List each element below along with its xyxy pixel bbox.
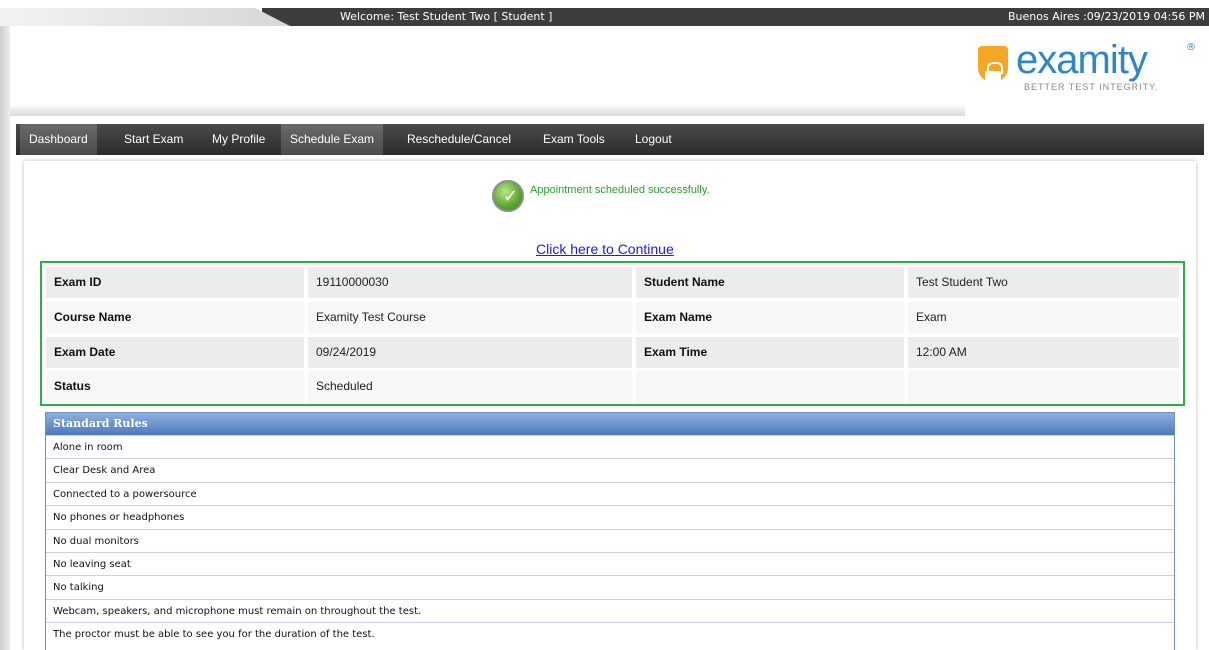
nav-exam-tools[interactable]: Exam Tools <box>534 124 614 155</box>
list-item: Webcam, speakers, and microphone must re… <box>46 598 1174 622</box>
list-item: No phones or headphones <box>46 505 1174 528</box>
list-item: No leaving seat <box>46 551 1174 575</box>
exam-time-value: 12:00 AM <box>908 337 1179 368</box>
nav-start-exam[interactable]: Start Exam <box>115 124 192 155</box>
welcome-text: Welcome: Test Student Two [ Student ] <box>340 10 553 23</box>
logo-wordmark: examity <box>1016 38 1148 82</box>
standard-rules-table: Standard Rules Alone in room Clear Desk … <box>45 412 1175 650</box>
exam-id-label: Exam ID <box>46 267 304 298</box>
location-datetime: Buenos Aires :09/23/2019 04:56 PM <box>1008 10 1205 23</box>
list-item: The proctor must be able to see you for … <box>46 622 1174 645</box>
nav-my-profile[interactable]: My Profile <box>203 124 274 155</box>
status-label: Status <box>46 371 304 402</box>
checkmark-icon: ✓ <box>492 180 524 212</box>
details-row: Exam Date 09/24/2019 Exam Time 12:00 AM <box>46 337 1179 368</box>
exam-details-table: Exam ID 19110000030 Student Name Test St… <box>40 261 1185 406</box>
exam-id-value: 19110000030 <box>308 267 632 298</box>
details-row: Status Scheduled <box>46 371 1179 402</box>
exam-date-label: Exam Date <box>46 337 304 368</box>
exam-date-value: 09/24/2019 <box>308 337 632 368</box>
left-rail <box>0 26 10 650</box>
status-value: Scheduled <box>308 371 632 402</box>
course-name-value: Examity Test Course <box>308 302 632 333</box>
course-name-label: Course Name <box>46 302 304 333</box>
list-item: No dual monitors <box>46 528 1174 552</box>
student-name-label: Student Name <box>636 267 904 298</box>
list-item: Alone in room <box>46 435 1174 458</box>
exam-name-label: Exam Name <box>636 302 904 333</box>
student-name-value: Test Student Two <box>908 267 1179 298</box>
continue-link[interactable]: Click here to Continue <box>536 241 674 257</box>
examity-logo: examity ® BETTER TEST INTEGRITY. <box>978 38 1204 98</box>
header-shadow <box>10 104 965 116</box>
nav-logout[interactable]: Logout <box>626 124 681 155</box>
details-row: Exam ID 19110000030 Student Name Test St… <box>46 267 1179 298</box>
logo-tagline: BETTER TEST INTEGRITY. <box>1024 82 1159 92</box>
details-row: Course Name Examity Test Course Exam Nam… <box>46 302 1179 333</box>
exam-time-label: Exam Time <box>636 337 904 368</box>
top-bar: Welcome: Test Student Two [ Student ] Bu… <box>0 0 1209 32</box>
exam-name-value: Exam <box>908 302 1179 333</box>
top-bar-light-strip <box>0 8 290 26</box>
nav-reschedule-cancel[interactable]: Reschedule/Cancel <box>398 124 520 155</box>
shield-lock-icon <box>978 46 1008 83</box>
empty-label <box>636 371 904 402</box>
registered-mark-icon: ® <box>1186 42 1196 53</box>
nav-dashboard[interactable]: Dashboard <box>20 124 97 155</box>
nav-schedule-exam[interactable]: Schedule Exam <box>281 124 384 155</box>
list-item: No talking <box>46 575 1174 598</box>
empty-value <box>908 371 1179 402</box>
rules-header: Standard Rules <box>46 413 1174 435</box>
list-item: Connected to a powersource <box>46 481 1174 505</box>
list-item: Clear Desk and Area <box>46 458 1174 481</box>
main-nav: Dashboard Start Exam My Profile Schedule… <box>16 124 1204 155</box>
success-message: Appointment scheduled successfully. <box>530 184 710 196</box>
